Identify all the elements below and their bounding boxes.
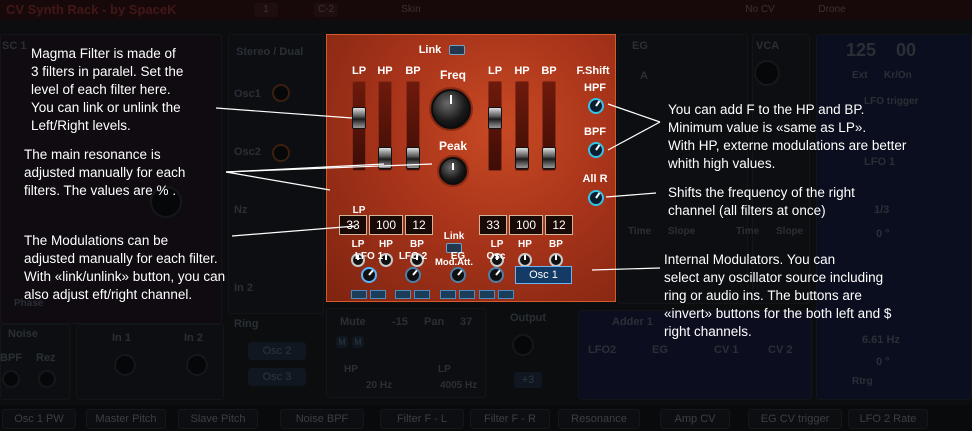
right-bp-slider-handle[interactable] [542, 147, 556, 169]
left-lp-label: LP [351, 65, 367, 77]
left-bp-value: 12 [405, 215, 433, 235]
mod-right-hp-label: HP [518, 239, 532, 250]
bpf-shift-label: BPF [584, 126, 606, 138]
eg-invert-right-button[interactable] [459, 290, 475, 299]
osc-invert-left-button[interactable] [479, 290, 495, 299]
lfo1-invert-right-button[interactable] [370, 290, 386, 299]
mod-osc-knob[interactable] [488, 267, 504, 283]
freq-knob[interactable] [431, 89, 471, 129]
mod-right-bp-label: BP [549, 239, 563, 250]
hpf-shift-knob[interactable] [588, 98, 604, 114]
magma-filter-panel: Link LP HP BP Freq Peak LP HP BP F.Shift… [326, 34, 616, 302]
left-bp-label: BP [405, 65, 421, 77]
mod-eg-label: EG [450, 251, 466, 262]
right-bp-label: BP [541, 65, 557, 77]
mod-right-bp-knob[interactable] [549, 253, 563, 267]
mod-left-bp-label: BP [410, 239, 424, 250]
annotation-internal-modulators: Internal Modulators. You can select any … [664, 252, 892, 339]
mod-osc-label: Osc [486, 251, 506, 262]
link-label: Link [418, 44, 442, 56]
right-hp-label: HP [514, 65, 530, 77]
lfo2-invert-left-button[interactable] [395, 290, 411, 299]
mod-left-lp-label: LP [351, 239, 365, 250]
allr-shift-label: All R [582, 173, 608, 185]
mod-lfo1-label: LFO 1 [354, 251, 384, 262]
lfo1-invert-left-button[interactable] [351, 290, 367, 299]
lfo2-invert-right-button[interactable] [414, 290, 430, 299]
right-lp-value: 33 [479, 215, 507, 235]
peak-label: Peak [438, 139, 468, 153]
level-link-toggle[interactable] [449, 45, 465, 55]
freq-label: Freq [439, 68, 466, 82]
right-lp-slider-handle[interactable] [488, 107, 502, 129]
annotation-resonance: The main resonance is adjusted manually … [24, 147, 186, 198]
mod-right-lp-label: LP [490, 239, 504, 250]
right-hp-slider-handle[interactable] [515, 147, 529, 169]
left-hp-value: 100 [369, 215, 403, 235]
mod-lfo1-knob[interactable] [361, 267, 377, 283]
left-bp-slider-handle[interactable] [406, 147, 420, 169]
mod-eg-knob[interactable] [450, 267, 466, 283]
left-hp-label: HP [377, 65, 393, 77]
allr-shift-knob[interactable] [588, 190, 604, 206]
annotation-all-right-shift: Shifts the frequency of the right channe… [668, 185, 855, 218]
mod-lfo2-label: LFO 2 [398, 251, 428, 262]
annotation-magma-filter: Magma Filter is made of 3 filters in par… [31, 46, 184, 133]
mod-link-label: Link [443, 231, 465, 242]
right-hp-value: 100 [509, 215, 543, 235]
mod-left-hp-label: HP [379, 239, 393, 250]
mod-lfo2-knob[interactable] [405, 267, 421, 283]
bpf-shift-knob[interactable] [588, 142, 604, 158]
osc-invert-right-button[interactable] [498, 290, 514, 299]
peak-knob[interactable] [439, 157, 467, 185]
annotation-frequency-shift: You can add F to the HP and BP. Minimum … [668, 102, 907, 171]
res-left-lp-label: LP [352, 205, 366, 216]
right-lp-label: LP [487, 65, 503, 77]
eg-invert-left-button[interactable] [440, 290, 456, 299]
hpf-shift-label: HPF [584, 82, 606, 94]
left-hp-slider-handle[interactable] [378, 147, 392, 169]
right-bp-value: 12 [545, 215, 573, 235]
left-lp-slider-handle[interactable] [352, 107, 366, 129]
left-lp-value: 33 [339, 215, 367, 235]
mod-right-hp-knob[interactable] [518, 253, 532, 267]
osc-source-select[interactable]: Osc 1 [515, 266, 572, 284]
annotation-modulations: The Modulations can be adjusted manually… [24, 233, 226, 302]
fshift-label: F.Shift [576, 65, 610, 77]
